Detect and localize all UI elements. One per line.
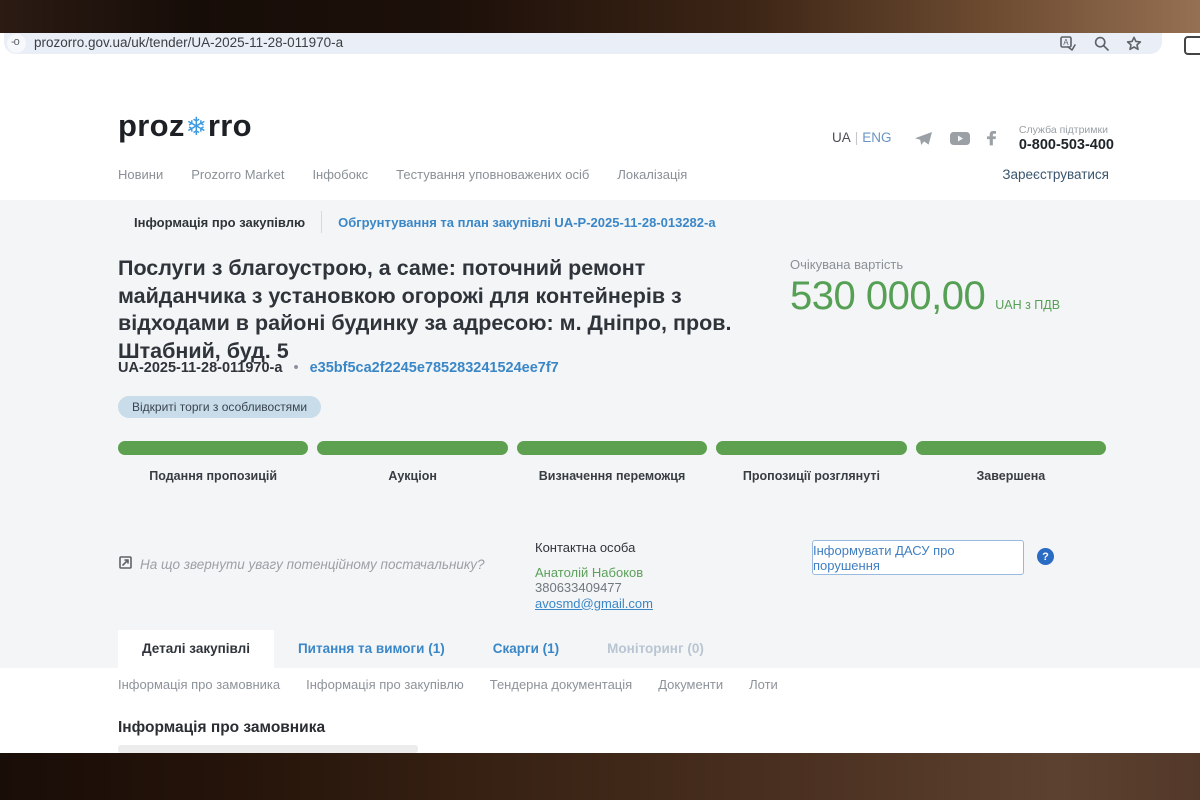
subnav-documents[interactable]: Документи [658, 677, 723, 692]
lang-ua[interactable]: UA [832, 130, 851, 145]
prozorro-logo[interactable]: proz❄rro [118, 108, 252, 144]
nav-item-news[interactable]: Новини [118, 167, 163, 182]
supplier-hint-link[interactable]: На що звернути увагу потенційному постач… [119, 556, 485, 572]
nav-item-infobox[interactable]: Інфобокс [312, 167, 368, 182]
tender-title: Послуги з благоустрою, а саме: поточний … [118, 255, 732, 365]
stage-winner: Визначення переможця [517, 441, 707, 483]
subnav-lots[interactable]: Лоти [749, 677, 778, 692]
tender-hash-link[interactable]: e35bf5ca2f2245e785283241524ee7f7 [310, 360, 559, 376]
support-label: Служба підтримки [1019, 124, 1114, 136]
tab-details[interactable]: Деталі закупівлі [118, 630, 274, 668]
logo-text-left: proz [118, 108, 185, 143]
section-subnav: Інформація про замовника Інформація про … [118, 677, 778, 692]
status-badge: Відкриті торги з особливостями [118, 396, 321, 418]
snowflake-icon: ❄ [185, 113, 208, 141]
translate-icon[interactable]: A [1060, 36, 1077, 51]
stage-pill [317, 441, 507, 455]
address-leading-icon[interactable]: -o [11, 36, 19, 48]
stage-label: Визначення переможця [517, 469, 707, 483]
stage-label: Пропозиції розглянуті [716, 469, 906, 483]
search-icon[interactable] [1094, 36, 1109, 51]
expected-value-label: Очікувана вартість [790, 257, 1060, 272]
youtube-icon[interactable] [950, 131, 970, 147]
contact-email-link[interactable]: avosmd@gmail.com [535, 596, 653, 611]
tab-questions[interactable]: Питання та вимоги (1) [274, 630, 469, 668]
subnav-docs-tender[interactable]: Тендерна документація [490, 677, 632, 692]
header-right: UA |ENG Служба підтримки 0-800-503-400 [832, 124, 1114, 153]
section-heading: Інформація про замовника [118, 719, 325, 737]
stage-label: Подання пропозицій [118, 469, 308, 483]
tender-id-line: UA-2025-11-28-011970-a • e35bf5ca2f2245e… [118, 360, 559, 376]
crumb-divider [321, 211, 322, 233]
stage-reviewed: Пропозиції розглянуті [716, 441, 906, 483]
lang-eng[interactable]: ENG [862, 130, 891, 145]
support-phone: 0-800-503-400 [1019, 137, 1114, 153]
bookmark-star-icon[interactable] [1126, 36, 1142, 51]
stage-complete: Завершена [916, 441, 1106, 483]
address-bar-actions: A [1060, 36, 1142, 51]
register-link[interactable]: Зареєструватися [1002, 167, 1109, 182]
bottom-letterbox-band [0, 753, 1200, 800]
facebook-icon[interactable] [987, 131, 997, 147]
stage-pill [517, 441, 707, 455]
top-letterbox-band [0, 0, 1200, 33]
telegram-icon[interactable] [914, 131, 933, 147]
side-panel-icon[interactable] [1184, 36, 1200, 55]
svg-text:A: A [1063, 38, 1069, 47]
support-block: Служба підтримки 0-800-503-400 [1019, 124, 1114, 153]
expected-value-amount: 530 000,00 [790, 274, 985, 319]
main-nav: Новини Prozorro Market Інфобокс Тестуван… [118, 167, 687, 182]
expected-value-currency: UAH з ПДВ [995, 298, 1060, 312]
stage-label: Аукціон [317, 469, 507, 483]
tab-complaints[interactable]: Скарги (1) [469, 630, 583, 668]
stage-auction: Аукціон [317, 441, 507, 483]
social-links [914, 124, 997, 147]
cropped-text-remnant [118, 745, 418, 753]
stage-label: Завершена [916, 469, 1106, 483]
breadcrumb: Інформація про закупівлю Обгрунтування т… [134, 211, 716, 233]
stage-pill [916, 441, 1106, 455]
url-text[interactable]: prozorro.gov.ua/uk/tender/UA-2025-11-28-… [34, 35, 343, 50]
tender-id: UA-2025-11-28-011970-a [118, 360, 282, 376]
language-switch[interactable]: UA |ENG [832, 124, 892, 145]
progress-stages: Подання пропозицій Аукціон Визначення пе… [118, 441, 1106, 483]
stage-pill [716, 441, 906, 455]
nav-item-market[interactable]: Prozorro Market [191, 167, 284, 182]
stage-pill [118, 441, 308, 455]
id-separator: • [293, 360, 298, 376]
subnav-tender-info[interactable]: Інформація про закупівлю [306, 677, 464, 692]
crumb-tender-info[interactable]: Інформація про закупівлю [134, 215, 305, 230]
subnav-buyer-info[interactable]: Інформація про замовника [118, 677, 280, 692]
stage-submission: Подання пропозицій [118, 441, 308, 483]
page: -o prozorro.gov.ua/uk/tender/UA-2025-11-… [0, 0, 1200, 800]
report-dasu-button[interactable]: Інформувати ДАСУ про порушення [812, 540, 1024, 575]
hint-icon [119, 556, 132, 572]
detail-tabs: Деталі закупівлі Питання та вимоги (1) С… [118, 630, 728, 668]
contact-label: Контактна особа [535, 540, 653, 556]
nav-item-localization[interactable]: Локалізація [617, 167, 687, 182]
lang-separator: | [855, 130, 859, 145]
contact-block: Контактна особа Анатолій Набоков 3806334… [535, 540, 653, 611]
logo-text-right: rro [208, 108, 252, 143]
tab-monitoring[interactable]: Моніторинг (0) [583, 630, 728, 668]
expected-value-block: Очікувана вартість 530 000,00 UAH з ПДВ [790, 257, 1060, 319]
help-icon[interactable]: ? [1037, 548, 1054, 565]
contact-phone: 380633409477 [535, 580, 653, 596]
nav-item-testing[interactable]: Тестування уповноважених осіб [396, 167, 589, 182]
crumb-plan-link[interactable]: Обгрунтування та план закупівлі UA-P-202… [338, 215, 715, 230]
contact-name: Анатолій Набоков [535, 565, 653, 581]
hint-text: На що звернути увагу потенційному постач… [140, 557, 485, 572]
